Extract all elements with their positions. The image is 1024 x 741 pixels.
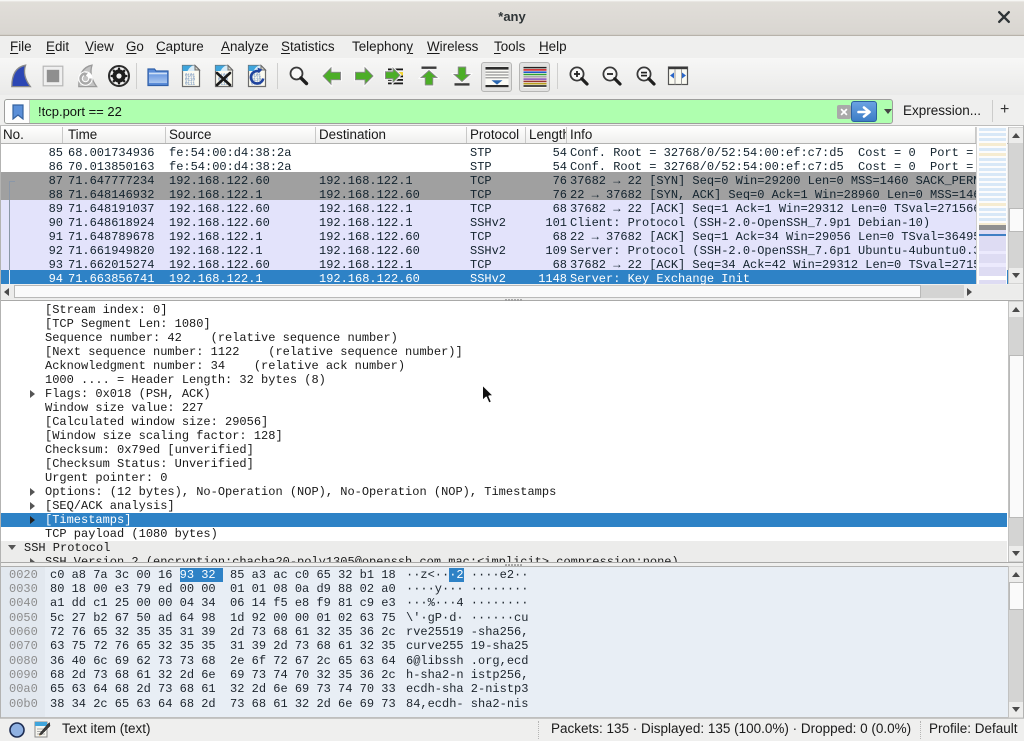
svg-text:0111: 0111 xyxy=(185,83,196,87)
